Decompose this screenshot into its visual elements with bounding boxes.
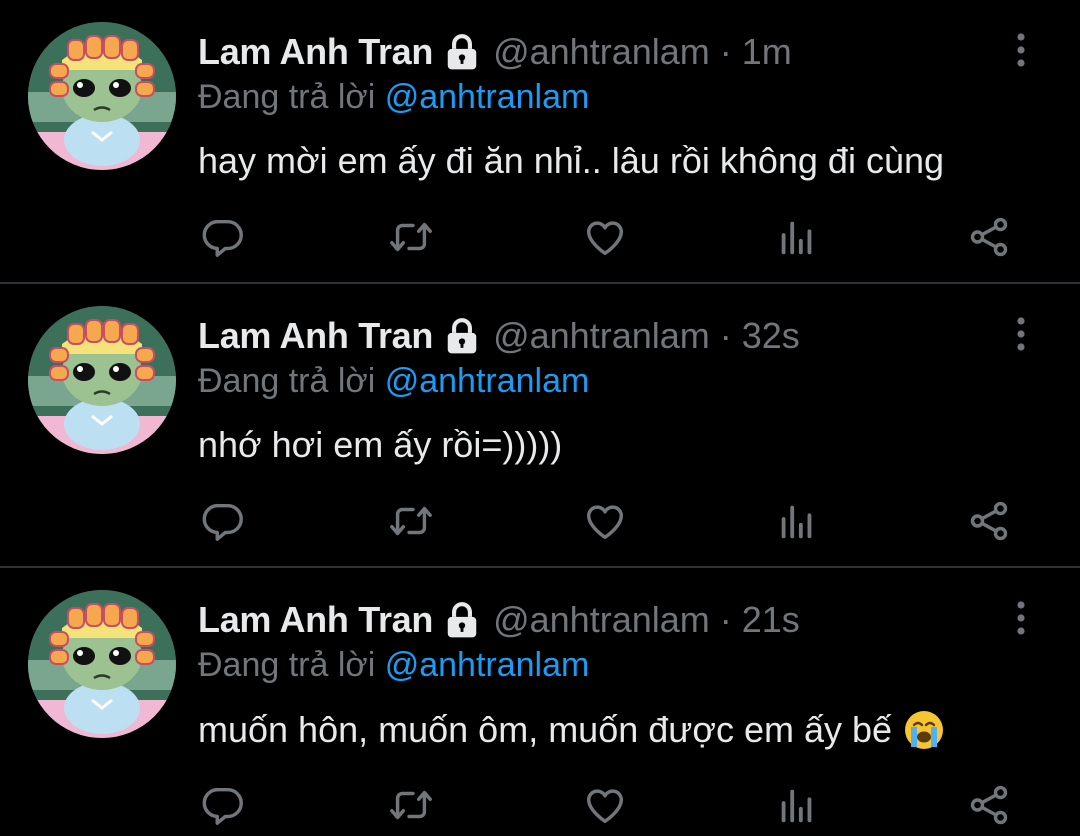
analytics-icon[interactable] bbox=[774, 498, 820, 544]
action-bar bbox=[0, 214, 1080, 264]
tweet-header: Lam Anh Tran @anhtranlam · 1m bbox=[198, 30, 792, 74]
username[interactable]: @anhtranlam bbox=[493, 599, 710, 641]
more-vertical-icon[interactable] bbox=[1006, 32, 1036, 68]
tweet[interactable]: Lam Anh Tran @anhtranlam · 32s Đang trả … bbox=[0, 284, 1080, 568]
tweet-text: muốn hôn, muốn ôm, muốn được em ấy bế bbox=[198, 708, 946, 752]
replying-to-label: Đang trả lời bbox=[198, 362, 376, 400]
timestamp[interactable]: 32s bbox=[742, 315, 800, 357]
avatar[interactable] bbox=[28, 590, 176, 738]
display-name[interactable]: Lam Anh Tran bbox=[198, 31, 433, 73]
analytics-icon[interactable] bbox=[774, 782, 820, 828]
more-vertical-icon[interactable] bbox=[1006, 600, 1036, 636]
username[interactable]: @anhtranlam bbox=[493, 31, 710, 73]
tweet[interactable]: Lam Anh Tran @anhtranlam · 1m Đang trả l… bbox=[0, 0, 1080, 284]
lock-icon bbox=[443, 601, 481, 639]
replying-to: Đang trả lời @anhtranlam bbox=[198, 362, 589, 401]
timestamp[interactable]: 1m bbox=[742, 31, 792, 73]
share-icon[interactable] bbox=[966, 498, 1012, 544]
display-name[interactable]: Lam Anh Tran bbox=[198, 599, 433, 641]
heart-icon[interactable] bbox=[582, 214, 628, 260]
retweet-icon[interactable] bbox=[388, 498, 434, 544]
heart-icon[interactable] bbox=[582, 498, 628, 544]
analytics-icon[interactable] bbox=[774, 214, 820, 260]
action-bar bbox=[0, 498, 1080, 548]
tweet-text-content: nhớ hơi em ấy rồi=))))) bbox=[198, 424, 563, 465]
avatar[interactable] bbox=[28, 306, 176, 454]
replying-to-label: Đang trả lời bbox=[198, 646, 376, 684]
lock-icon bbox=[443, 317, 481, 355]
replying-to-label: Đang trả lời bbox=[198, 78, 376, 116]
replying-to: Đang trả lời @anhtranlam bbox=[198, 646, 589, 685]
username[interactable]: @anhtranlam bbox=[493, 315, 710, 357]
timestamp[interactable]: 21s bbox=[742, 599, 800, 641]
loudly-crying-face-emoji bbox=[902, 708, 946, 752]
tweet-header: Lam Anh Tran @anhtranlam · 21s bbox=[198, 598, 800, 642]
reply-icon[interactable] bbox=[200, 498, 246, 544]
display-name[interactable]: Lam Anh Tran bbox=[198, 315, 433, 357]
separator: · bbox=[719, 315, 732, 356]
tweet-text-content: muốn hôn, muốn ôm, muốn được em ấy bế bbox=[198, 709, 893, 750]
lock-icon bbox=[443, 33, 481, 71]
share-icon[interactable] bbox=[966, 782, 1012, 828]
avatar[interactable] bbox=[28, 22, 176, 170]
heart-icon[interactable] bbox=[582, 782, 628, 828]
more-vertical-icon[interactable] bbox=[1006, 316, 1036, 352]
replying-to: Đang trả lời @anhtranlam bbox=[198, 78, 589, 117]
replying-to-mention[interactable]: @anhtranlam bbox=[385, 78, 590, 116]
retweet-icon[interactable] bbox=[388, 214, 434, 260]
share-icon[interactable] bbox=[966, 214, 1012, 260]
replying-to-mention[interactable]: @anhtranlam bbox=[385, 362, 590, 400]
tweet[interactable]: Lam Anh Tran @anhtranlam · 21s Đang trả … bbox=[0, 568, 1080, 836]
retweet-icon[interactable] bbox=[388, 782, 434, 828]
replying-to-mention[interactable]: @anhtranlam bbox=[385, 646, 590, 684]
reply-icon[interactable] bbox=[200, 214, 246, 260]
action-bar bbox=[0, 782, 1080, 832]
separator: · bbox=[719, 599, 732, 640]
tweet-header: Lam Anh Tran @anhtranlam · 32s bbox=[198, 314, 800, 358]
tweet-text: hay mời em ấy đi ăn nhỉ.. lâu rồi không … bbox=[198, 140, 944, 182]
tweet-text: nhớ hơi em ấy rồi=))))) bbox=[198, 424, 562, 466]
tweet-text-content: hay mời em ấy đi ăn nhỉ.. lâu rồi không … bbox=[198, 140, 945, 181]
reply-icon[interactable] bbox=[200, 782, 246, 828]
separator: · bbox=[719, 31, 732, 72]
